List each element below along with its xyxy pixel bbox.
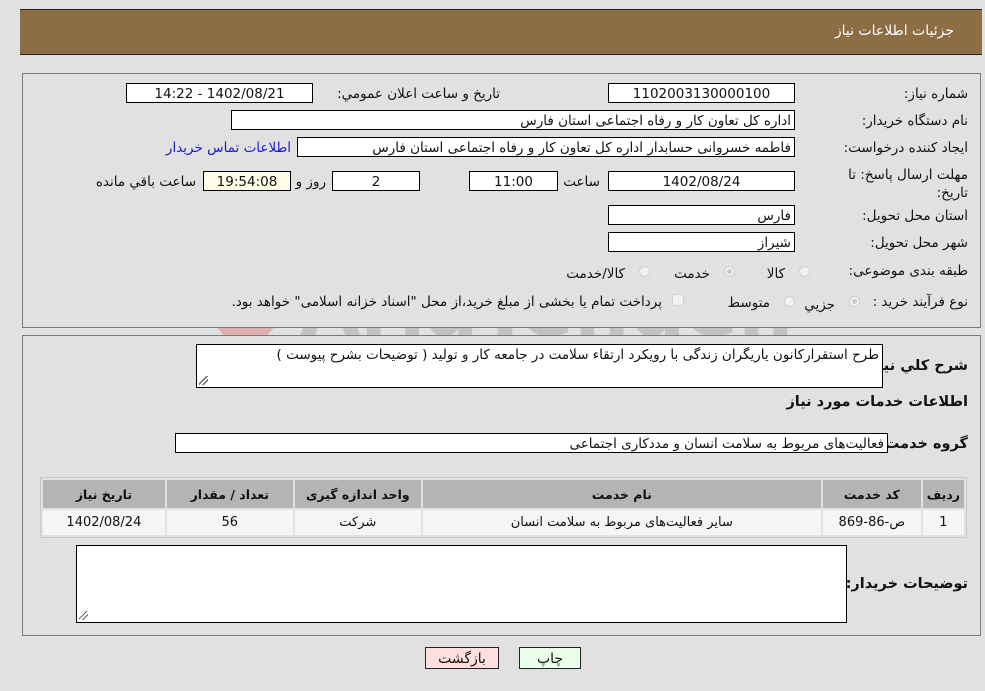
cell-service-name: سایر فعالیت‌های مربوط به سلامت انسان [422,510,821,535]
time-remaining-field: 19:54:08 [203,171,291,191]
page-title: جزئیات اطلاعات نیاز [834,23,954,39]
days-label: روز و [295,174,326,190]
process-medium-radio[interactable] [784,296,795,307]
purchase-process-label: نوع فرآیند خرید : [872,294,968,310]
description-text: طرح استقرارکانون یاریگران زندگی با رویکر… [276,347,879,363]
col-header-row-num: ردیف [922,480,964,508]
category-goods-radio[interactable] [799,266,810,277]
deadline-time-label: ساعت [563,174,600,190]
col-header-service-code: کد خدمت [822,480,921,508]
city-field[interactable]: شیراز [608,232,795,252]
category-label: طبقه بندی موضوعی: [848,263,968,279]
service-group-field[interactable]: فعالیت‌های مربوط به سلامت انسان و مددکار… [175,433,888,453]
category-service-label: خدمت [674,266,710,282]
category-goods-label: کالا [766,266,785,282]
col-header-service-name: نام خدمت [422,480,821,508]
col-header-quantity: تعداد / مقدار [166,480,293,508]
services-heading: اطلاعات خدمات مورد نیاز [786,394,968,410]
buyer-notes-label: توضیحات خریدار: [845,576,968,592]
resize-grip-icon[interactable] [79,611,88,620]
announce-datetime-field[interactable]: 1402/08/21 - 14:22 [126,83,313,103]
description-textarea[interactable]: طرح استقرارکانون یاریگران زندگی با رویکر… [196,344,883,388]
cell-row-num: 1 [922,510,964,535]
deadline-label: مهلت ارسال پاسخ: تا تاریخ: [848,167,968,201]
back-button[interactable]: بازگشت [425,647,499,669]
buyer-contact-link[interactable]: اطلاعات تماس خریدار [166,140,291,156]
category-goods-service-label: کالا/خدمت [566,266,625,282]
page-header: جزئیات اطلاعات نیاز [20,9,982,55]
buyer-org-label: نام دستگاه خریدار: [861,113,968,129]
city-label: شهر محل تحویل: [870,235,968,251]
need-number-label: شماره نیاز: [903,86,968,102]
deadline-time-field[interactable]: 11:00 [469,171,558,191]
announce-datetime-label: تاریخ و ساعت اعلان عمومي: [337,86,500,102]
cell-quantity: 56 [166,510,293,535]
province-label: استان محل تحویل: [862,208,968,224]
resize-grip-icon[interactable] [199,376,208,385]
cell-need-date: 1402/08/24 [43,510,165,535]
col-header-need-date: تاریخ نیاز [43,480,165,508]
treasury-checkbox[interactable] [672,294,684,306]
cell-unit: شرکت [294,510,421,535]
table-row: 1 ص-86-869 سایر فعالیت‌های مربوط به سلام… [43,510,964,535]
time-remaining-label: ساعت باقي مانده [95,174,196,190]
cell-service-code: ص-86-869 [822,510,921,535]
creator-label: ایجاد کننده درخواست: [843,140,968,156]
buyer-org-field[interactable]: اداره کل تعاون کار و رفاه اجتماعی استان … [231,110,795,130]
services-table: ردیف کد خدمت نام خدمت واحد اندازه گیری ت… [40,477,967,538]
buyer-notes-textarea[interactable] [76,545,847,623]
category-service-radio[interactable] [724,266,735,277]
days-remaining-field: 2 [332,171,420,191]
service-group-label: گروه خدمت: [878,436,968,452]
print-button[interactable]: چاپ [519,647,581,669]
category-goods-service-radio[interactable] [639,266,650,277]
deadline-date-field[interactable]: 1402/08/24 [608,171,795,191]
process-minor-label: جزیي [804,297,835,313]
process-minor-radio[interactable] [849,296,860,307]
need-info-panel: شماره نیاز: 1102003130000100 تاریخ و ساع… [22,73,981,328]
col-header-unit: واحد اندازه گیری [294,480,421,508]
process-medium-label: متوسط [727,295,770,311]
service-details-panel: شرح کلي نیاز: طرح استقرارکانون یاریگران … [22,335,981,636]
need-number-field[interactable]: 1102003130000100 [608,83,795,103]
province-field[interactable]: فارس [608,205,795,225]
treasury-checkbox-label: پرداخت تمام یا بخشی از مبلغ خرید،از محل … [231,294,662,310]
table-header-row: ردیف کد خدمت نام خدمت واحد اندازه گیری ت… [43,480,964,508]
creator-field[interactable]: فاطمه خسروانی حسابدار اداره کل تعاون کار… [297,137,795,157]
